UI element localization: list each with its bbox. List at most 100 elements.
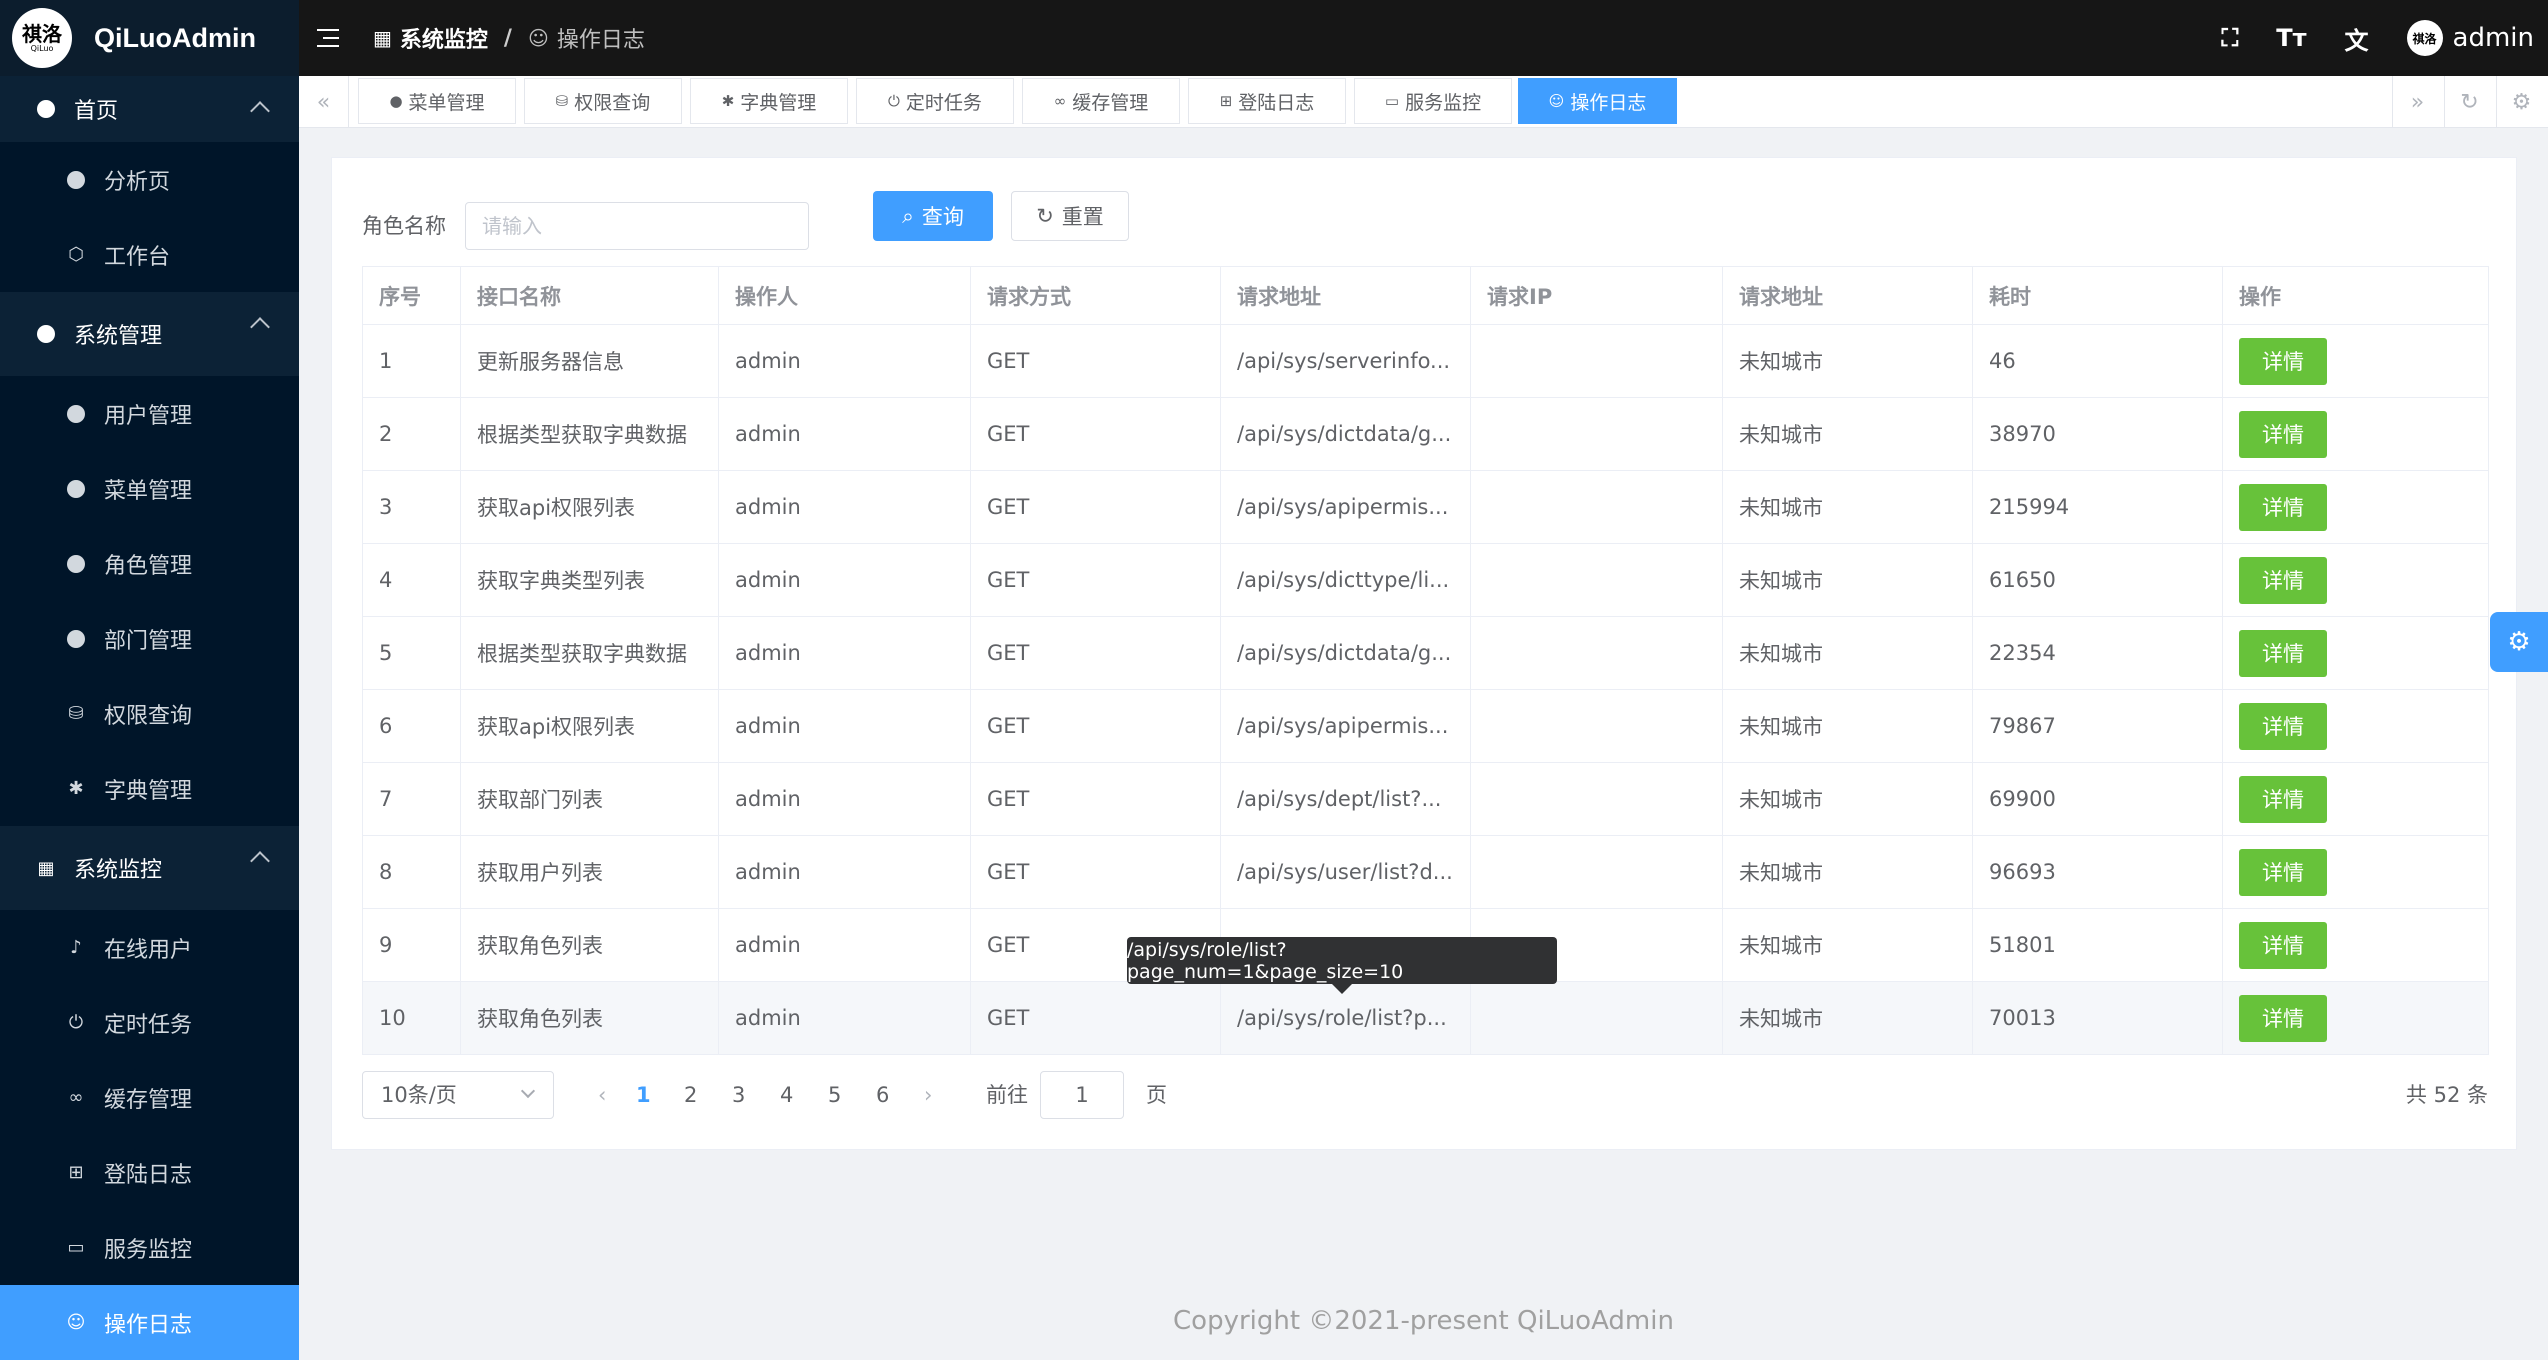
breadcrumb-item[interactable]: 系统监控 [400,22,488,54]
tab-label: 登陆日志 [1238,91,1315,114]
sidebar-item-label: 权限查询 [104,703,193,729]
power-icon: ⏻ [888,92,900,110]
role-name-input[interactable] [465,202,809,250]
detail-button[interactable]: 详情 [2239,702,2327,750]
table-cell: 获取角色列表 [460,908,719,982]
detail-button[interactable]: 详情 [2239,629,2327,677]
sidebar-group-monitor[interactable]: ▦ 系统监控 [0,826,299,910]
bicycle-icon: ∞ [68,1087,84,1108]
refresh-icon[interactable]: ↻ [2444,76,2494,128]
table-cell[interactable]: /api/sys/dept/list?... [1220,762,1471,836]
page-number[interactable]: 4 [780,1071,793,1119]
logo-text: 祺洛 [22,22,62,46]
tabs-scroll-right-icon[interactable]: » [2392,76,2442,128]
table-row: 3 获取api权限列表 admin GET/api/sys/apipermis... 未… [362,470,2489,544]
sidebar-group-system[interactable]: 系统管理 [0,292,299,376]
column-header: 耗时 [1972,266,2223,325]
table-cell: 5 [362,616,461,690]
fullscreen-icon[interactable]: ⛶ [2221,24,2238,52]
sidebar-item-label: 在线用户 [104,937,193,963]
logo[interactable]: 祺洛 QiLuo QiLuoAdmin [0,0,299,76]
detail-button[interactable]: 详情 [2239,337,2327,385]
page-size-select[interactable]: 10条/页 [362,1071,554,1119]
table-cell [1470,324,1723,398]
action-cell: 详情 [2222,470,2489,544]
sidebar-item-analysis[interactable]: 分析页 [0,142,299,217]
sidebar-item-label: 定时任务 [104,1012,193,1038]
tab-menus[interactable]: ● 菜单管理 [358,78,516,124]
table-cell: 未知城市 [1722,835,1973,909]
logo-badge: 祺洛 QiLuo [12,8,72,68]
detail-button[interactable]: 详情 [2239,410,2327,458]
table-cell: 79867 [1972,689,2223,763]
page-number[interactable]: 1 [636,1071,651,1119]
next-page-icon[interactable]: › [924,1071,932,1119]
sidebar-item-operation-log[interactable]: ☺ 操作日志 [0,1285,299,1360]
page-number[interactable]: 2 [684,1071,697,1119]
sidebar-item-cache[interactable]: ∞ 缓存管理 [0,1060,299,1135]
action-cell: 详情 [2222,762,2489,836]
action-cell: 详情 [2222,689,2489,763]
table-cell: 未知城市 [1722,397,1973,471]
sidebar-item-dictionary[interactable]: ✱ 字典管理 [0,751,299,826]
prev-page-icon[interactable]: ‹ [598,1071,606,1119]
table-cell[interactable]: /api/sys/dictdata/g... [1220,616,1471,690]
table-cell: 3 [362,470,461,544]
gear-icon[interactable]: ⚙ [2496,76,2546,128]
detail-button[interactable]: 详情 [2239,775,2327,823]
sidebar-item-menus[interactable]: 菜单管理 [0,451,299,526]
tab-dictionary[interactable]: ✱ 字典管理 [690,78,848,124]
detail-button[interactable]: 详情 [2239,848,2327,896]
sidebar-item-departments[interactable]: 部门管理 [0,601,299,676]
page-number[interactable]: 3 [732,1071,745,1119]
power-icon: ⏻ [68,1012,84,1033]
translate-icon[interactable]: 文 [2345,21,2369,56]
tab-login-log[interactable]: ⊞ 登陆日志 [1188,78,1346,124]
detail-button[interactable]: 详情 [2239,483,2327,531]
tab-operation-log[interactable]: ☺ 操作日志 [1518,78,1677,124]
tab-server-monitor[interactable]: ▭ 服务监控 [1354,78,1512,124]
table-cell[interactable]: /api/sys/serverinfo... [1220,324,1471,398]
page-number[interactable]: 6 [876,1071,889,1119]
sidebar-item-users[interactable]: 用户管理 [0,376,299,451]
settings-float-button[interactable]: ⚙ [2490,612,2548,672]
dashboard-icon [66,479,86,499]
tab-scheduled-tasks[interactable]: ⏻ 定时任务 [856,78,1014,124]
sidebar-item-scheduled-tasks[interactable]: ⏻ 定时任务 [0,985,299,1060]
bell-icon: ♪ [70,937,82,958]
column-header: 请求地址 [1220,266,1471,325]
table-cell[interactable]: /api/sys/dictdata/g... [1220,397,1471,471]
tab-cache[interactable]: ∞ 缓存管理 [1022,78,1180,124]
menu-fold-icon[interactable] [317,29,339,47]
sidebar-item-online-users[interactable]: ♪ 在线用户 [0,910,299,985]
table-cell[interactable]: /api/sys/dicttype/li... [1220,543,1471,617]
sidebar-item-server-monitor[interactable]: ▭ 服务监控 [0,1210,299,1285]
request-url-tooltip: /api/sys/role/list?page_num=1&page_size=… [1127,937,1557,994]
page-number[interactable]: 5 [828,1071,841,1119]
reset-button[interactable]: ↻ 重置 [1011,191,1129,241]
table-cell: GET [970,543,1221,617]
table-cell: 96693 [1972,835,2223,909]
query-button[interactable]: ⌕ 查询 [873,191,993,241]
table-cell[interactable]: /api/sys/apipermis... [1220,689,1471,763]
font-size-icon[interactable]: Tт [2276,24,2306,52]
sidebar-item-permissions[interactable]: ⛁ 权限查询 [0,676,299,751]
table-cell: 获取角色列表 [460,981,719,1055]
action-cell: 详情 [2222,324,2489,398]
detail-button[interactable]: 详情 [2239,556,2327,604]
sidebar-item-roles[interactable]: 角色管理 [0,526,299,601]
table-cell[interactable]: /api/sys/user/list?d... [1220,835,1471,909]
sidebar-group-home[interactable]: 首页 [0,76,299,142]
detail-button[interactable]: 详情 [2239,994,2327,1042]
dashboard-icon: ● [389,92,403,110]
user-menu[interactable]: 祺洛 admin [2406,20,2534,56]
table-cell[interactable]: /api/sys/apipermis... [1220,470,1471,544]
tabs-scroll-left-icon[interactable]: « [299,76,349,128]
tab-permissions[interactable]: ⛁ 权限查询 [524,78,682,124]
sidebar-item-workbench[interactable]: ⬡ 工作台 [0,217,299,292]
goto-page-input[interactable]: 1 [1040,1071,1124,1119]
page-suffix: 页 [1146,1083,1167,1107]
table-cell: 1 [362,324,461,398]
sidebar-item-login-log[interactable]: ⊞ 登陆日志 [0,1135,299,1210]
detail-button[interactable]: 详情 [2239,921,2327,969]
